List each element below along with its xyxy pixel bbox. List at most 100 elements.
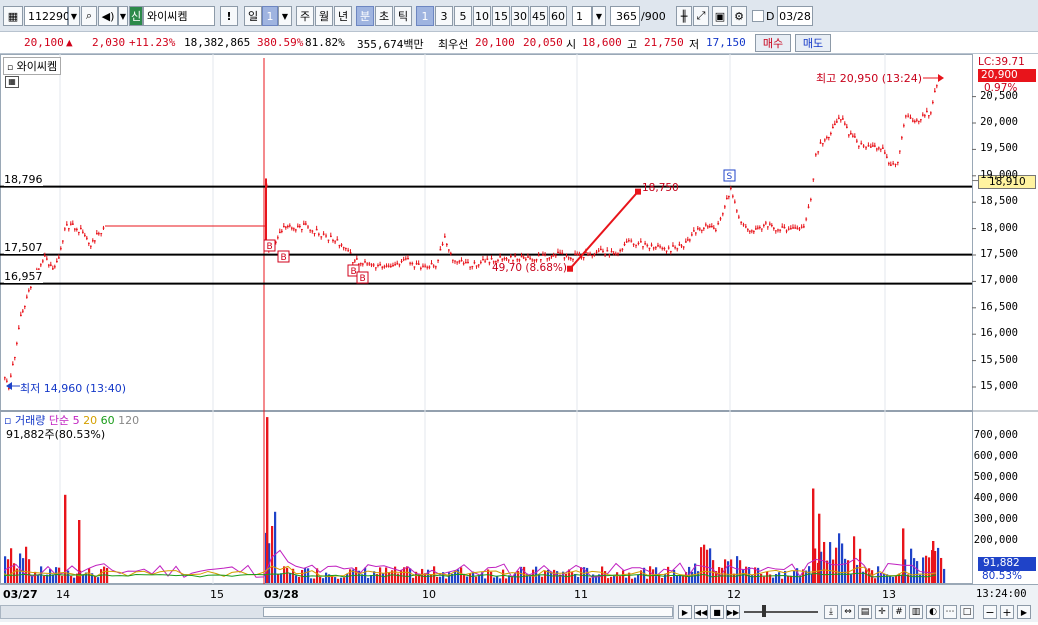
zoom-range-icon[interactable]: ⇔ bbox=[841, 605, 855, 619]
candle-up bbox=[381, 266, 384, 268]
volume-axis-label: 400,000 bbox=[973, 492, 1018, 504]
search-icon[interactable]: ⌕ bbox=[81, 6, 97, 26]
candle-up bbox=[667, 247, 670, 249]
candle-up bbox=[542, 254, 544, 256]
layout-icon[interactable]: ▥ bbox=[909, 605, 923, 619]
table-view-icon[interactable]: ▦ bbox=[5, 76, 19, 88]
minute-3[interactable]: 3 bbox=[435, 6, 453, 26]
scroll-thumb[interactable] bbox=[263, 607, 673, 617]
tab-day[interactable]: 일 bbox=[244, 6, 262, 26]
square-icon[interactable]: □ bbox=[960, 605, 974, 619]
grid-icon[interactable]: # bbox=[892, 605, 906, 619]
volume-bar bbox=[31, 576, 34, 583]
volume-bar bbox=[778, 572, 781, 583]
candle-up bbox=[30, 286, 32, 288]
date-checkbox[interactable] bbox=[752, 10, 764, 22]
zoom-in-icon[interactable]: + bbox=[1000, 605, 1014, 619]
volume-bar bbox=[412, 577, 415, 583]
sell-button[interactable]: 매도 bbox=[795, 34, 831, 52]
play-left-icon[interactable]: ▶ bbox=[678, 605, 692, 619]
volume-bar bbox=[700, 547, 703, 583]
candle-up bbox=[644, 243, 647, 245]
stock-code-input[interactable]: 112290 bbox=[24, 6, 70, 26]
volume-bar bbox=[925, 555, 928, 583]
trade-amount: 355,674백만 bbox=[357, 38, 424, 51]
tab-day-count[interactable]: 1 bbox=[262, 6, 278, 26]
tab-minute[interactable]: 분 bbox=[356, 6, 374, 26]
price-axis-label: 18,500 bbox=[980, 195, 1018, 208]
zoom-slider[interactable] bbox=[744, 611, 818, 613]
tab-week[interactable]: 주 bbox=[296, 6, 314, 26]
candle-up bbox=[441, 243, 444, 245]
volume-spike bbox=[812, 488, 815, 583]
zoom-fit-icon[interactable]: ⤓ bbox=[824, 605, 838, 619]
minute-10[interactable]: 10 bbox=[473, 6, 491, 26]
horizontal-scrollbar[interactable] bbox=[0, 605, 674, 619]
tab-year[interactable]: 년 bbox=[334, 6, 352, 26]
speaker-dropdown-icon[interactable]: ▼ bbox=[118, 6, 128, 26]
candle-up bbox=[301, 228, 303, 230]
candle-up bbox=[787, 228, 790, 230]
candle-up bbox=[771, 225, 773, 227]
candle-up bbox=[817, 151, 820, 153]
candle-up bbox=[587, 253, 589, 255]
candle-up bbox=[676, 248, 679, 250]
stop-icon[interactable]: ■ bbox=[710, 605, 724, 619]
save-icon[interactable]: ▣ bbox=[712, 6, 728, 26]
buy-button[interactable]: 매수 bbox=[755, 34, 791, 52]
candle-up bbox=[838, 117, 840, 119]
candle-up bbox=[18, 327, 20, 330]
candle-up bbox=[467, 261, 469, 264]
dots-icon[interactable]: ⋯ bbox=[943, 605, 957, 619]
minute-60[interactable]: 60 bbox=[549, 6, 567, 26]
minute-5[interactable]: 5 bbox=[454, 6, 472, 26]
rewind-icon[interactable]: ◀◀ bbox=[694, 605, 708, 619]
candle-up bbox=[375, 267, 377, 269]
candle-up bbox=[299, 226, 301, 228]
scroll-right-icon[interactable]: ▶ bbox=[1017, 605, 1031, 619]
candle-up bbox=[689, 239, 691, 241]
chart-style-icon[interactable]: ▤ bbox=[858, 605, 872, 619]
tools-icon[interactable]: ⤢ bbox=[693, 6, 709, 26]
alert-button[interactable]: ! bbox=[220, 6, 238, 26]
code-dropdown-icon[interactable]: ▼ bbox=[68, 6, 80, 26]
tab-month[interactable]: 월 bbox=[315, 6, 333, 26]
price-panel-tab[interactable]: ▫ 와이씨켐 bbox=[3, 57, 62, 75]
candle-up bbox=[297, 225, 299, 227]
count-select[interactable]: 1 bbox=[572, 6, 592, 26]
minute-45[interactable]: 45 bbox=[530, 6, 548, 26]
candle-up bbox=[362, 263, 364, 265]
tab-tick[interactable]: 틱 bbox=[394, 6, 412, 26]
volume-bar bbox=[43, 575, 46, 583]
candle-type-icon[interactable]: ╫ bbox=[676, 6, 692, 26]
date-field[interactable]: 03/28 bbox=[777, 6, 813, 26]
range-input[interactable]: 365 bbox=[610, 6, 640, 26]
candle-up bbox=[422, 265, 424, 267]
gear-icon[interactable]: ⚙ bbox=[731, 6, 747, 26]
tab-second[interactable]: 초 bbox=[375, 6, 393, 26]
minute-15[interactable]: 15 bbox=[492, 6, 510, 26]
sell-signal-1-text: S bbox=[727, 172, 733, 182]
zoom-out-icon[interactable]: − bbox=[983, 605, 997, 619]
candle-up bbox=[392, 264, 394, 267]
speaker-icon[interactable]: ◀) bbox=[98, 6, 118, 26]
crosshair-icon[interactable]: ✛ bbox=[875, 605, 889, 619]
candle-up bbox=[548, 257, 551, 259]
candle-up bbox=[430, 262, 433, 265]
volume-bar bbox=[367, 577, 370, 583]
day-dropdown-icon[interactable]: ▼ bbox=[278, 6, 292, 26]
candle-up bbox=[22, 310, 24, 312]
minute-30[interactable]: 30 bbox=[511, 6, 529, 26]
color-icon[interactable]: ◐ bbox=[926, 605, 940, 619]
minute-1[interactable]: 1 bbox=[416, 6, 434, 26]
stock-name-field[interactable]: 와이씨켐 bbox=[143, 6, 215, 26]
candle-up bbox=[610, 251, 613, 253]
candlestick-chart[interactable]: BBBBS bbox=[0, 54, 1038, 622]
count-dropdown-icon[interactable]: ▼ bbox=[592, 6, 606, 26]
candle-up bbox=[848, 134, 850, 136]
candle-up bbox=[612, 253, 615, 255]
forward-icon[interactable]: ▶▶ bbox=[726, 605, 740, 619]
candle-up bbox=[477, 264, 480, 266]
grid-menu-icon[interactable]: ▦ bbox=[3, 6, 23, 26]
zoom-slider-handle[interactable] bbox=[762, 605, 766, 617]
